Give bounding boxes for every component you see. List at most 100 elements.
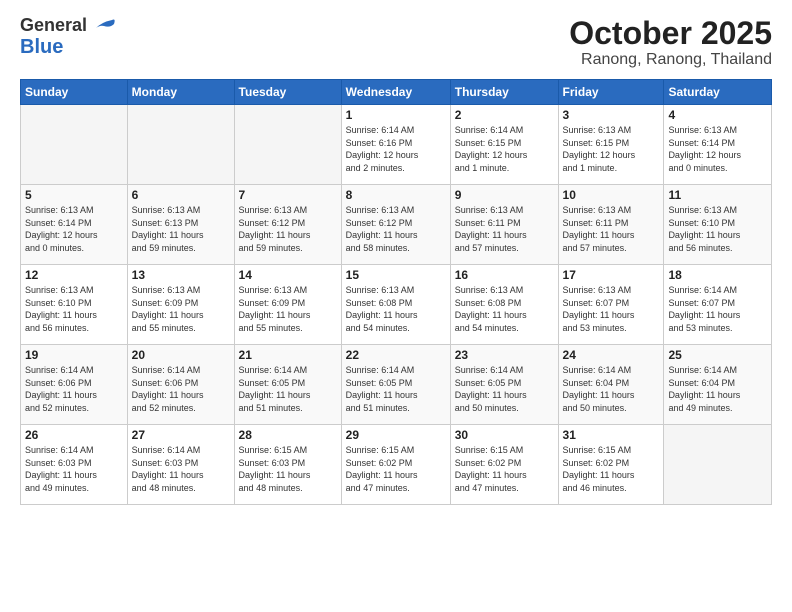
calendar-cell: 17 Sunrise: 6:13 AM Sunset: 6:07 PM Dayli… <box>558 265 664 345</box>
day-number: 16 <box>455 268 554 282</box>
day-info: Sunrise: 6:14 AM Sunset: 6:07 PM Dayligh… <box>668 284 767 334</box>
calendar-cell: 10Sunrise: 6:13 AM Sunset: 6:11 PM Dayli… <box>558 185 664 265</box>
calendar-cell: 31Sunrise: 6:15 AM Sunset: 6:02 PM Dayli… <box>558 425 664 505</box>
day-number: 15 <box>346 268 446 282</box>
calendar-dow-monday: Monday <box>127 80 234 105</box>
day-info: Sunrise: 6:13 AM Sunset: 6:08 PM Dayligh… <box>455 284 554 334</box>
day-info: Sunrise: 6:14 AM Sunset: 6:06 PM Dayligh… <box>132 364 230 414</box>
day-number: 1 <box>346 108 446 122</box>
day-info: Sunrise: 6:13 AM Sunset: 6:12 PM Dayligh… <box>239 204 337 254</box>
calendar-cell: 29Sunrise: 6:15 AM Sunset: 6:02 PM Dayli… <box>341 425 450 505</box>
calendar-cell: 6Sunrise: 6:13 AM Sunset: 6:13 PM Daylig… <box>127 185 234 265</box>
day-info: Sunrise: 6:13 AM Sunset: 6:09 PM Dayligh… <box>132 284 230 334</box>
day-info: Sunrise: 6:14 AM Sunset: 6:03 PM Dayligh… <box>25 444 123 494</box>
day-number: 17 <box>563 268 660 282</box>
day-number: 27 <box>132 428 230 442</box>
day-number: 12 <box>25 268 123 282</box>
calendar-week-5: 26 Sunrise: 6:14 AM Sunset: 6:03 PM Dayli… <box>21 425 772 505</box>
logo-bird-icon <box>94 18 116 34</box>
calendar-cell: 21 Sunrise: 6:14 AM Sunset: 6:05 PM Dayli… <box>234 345 341 425</box>
day-number: 6 <box>132 188 230 202</box>
calendar-cell: 1 Sunrise: 6:14 AM Sunset: 6:16 PM Daylig… <box>341 105 450 185</box>
day-number: 20 <box>132 348 230 362</box>
calendar-cell: 9 Sunrise: 6:13 AM Sunset: 6:11 PM Daylig… <box>450 185 558 265</box>
day-info: Sunrise: 6:14 AM Sunset: 6:05 PM Dayligh… <box>455 364 554 414</box>
day-info: Sunrise: 6:13 AM Sunset: 6:15 PM Dayligh… <box>563 124 660 174</box>
calendar-cell: 15 Sunrise: 6:13 AM Sunset: 6:08 PM Dayli… <box>341 265 450 345</box>
calendar-cell: 28 Sunrise: 6:15 AM Sunset: 6:03 PM Dayli… <box>234 425 341 505</box>
calendar-cell: 30 Sunrise: 6:15 AM Sunset: 6:02 PM Dayli… <box>450 425 558 505</box>
calendar-cell: 22 Sunrise: 6:14 AM Sunset: 6:05 PM Dayli… <box>341 345 450 425</box>
calendar-dow-tuesday: Tuesday <box>234 80 341 105</box>
day-info: Sunrise: 6:14 AM Sunset: 6:04 PM Dayligh… <box>668 364 767 414</box>
day-info: Sunrise: 6:13 AM Sunset: 6:07 PM Dayligh… <box>563 284 660 334</box>
day-number: 19 <box>25 348 123 362</box>
day-number: 25 <box>668 348 767 362</box>
day-info: Sunrise: 6:14 AM Sunset: 6:15 PM Dayligh… <box>455 124 554 174</box>
title-block: October 2025 Ranong, Ranong, Thailand <box>569 16 772 69</box>
day-info: Sunrise: 6:13 AM Sunset: 6:10 PM Dayligh… <box>668 204 767 254</box>
day-info: Sunrise: 6:14 AM Sunset: 6:05 PM Dayligh… <box>346 364 446 414</box>
day-info: Sunrise: 6:13 AM Sunset: 6:11 PM Dayligh… <box>563 204 660 254</box>
day-info: Sunrise: 6:13 AM Sunset: 6:11 PM Dayligh… <box>455 204 554 254</box>
logo-general: General <box>20 16 116 36</box>
logo-blue: Blue <box>20 36 116 58</box>
calendar-cell: 18 Sunrise: 6:14 AM Sunset: 6:07 PM Dayli… <box>664 265 772 345</box>
page: General Blue October 2025 Ranong, Ranong… <box>0 0 792 612</box>
day-info: Sunrise: 6:15 AM Sunset: 6:03 PM Dayligh… <box>239 444 337 494</box>
calendar-week-1: 1 Sunrise: 6:14 AM Sunset: 6:16 PM Daylig… <box>21 105 772 185</box>
day-number: 30 <box>455 428 554 442</box>
calendar-cell: 27Sunrise: 6:14 AM Sunset: 6:03 PM Dayli… <box>127 425 234 505</box>
day-number: 14 <box>239 268 337 282</box>
day-info: Sunrise: 6:13 AM Sunset: 6:14 PM Dayligh… <box>668 124 767 174</box>
calendar-cell: 13 Sunrise: 6:13 AM Sunset: 6:09 PM Dayli… <box>127 265 234 345</box>
day-number: 28 <box>239 428 337 442</box>
day-number: 23 <box>455 348 554 362</box>
calendar-cell: 4 Sunrise: 6:13 AM Sunset: 6:14 PM Daylig… <box>664 105 772 185</box>
calendar-dow-thursday: Thursday <box>450 80 558 105</box>
calendar-cell: 14 Sunrise: 6:13 AM Sunset: 6:09 PM Dayli… <box>234 265 341 345</box>
day-number: 26 <box>25 428 123 442</box>
day-number: 22 <box>346 348 446 362</box>
day-info: Sunrise: 6:13 AM Sunset: 6:08 PM Dayligh… <box>346 284 446 334</box>
header: General Blue October 2025 Ranong, Ranong… <box>20 16 772 69</box>
day-number: 18 <box>668 268 767 282</box>
day-number: 2 <box>455 108 554 122</box>
calendar-cell: 24Sunrise: 6:14 AM Sunset: 6:04 PM Dayli… <box>558 345 664 425</box>
calendar-cell <box>21 105 128 185</box>
day-info: Sunrise: 6:15 AM Sunset: 6:02 PM Dayligh… <box>346 444 446 494</box>
calendar-cell <box>234 105 341 185</box>
location: Ranong, Ranong, Thailand <box>569 51 772 69</box>
calendar-dow-wednesday: Wednesday <box>341 80 450 105</box>
day-number: 9 <box>455 188 554 202</box>
calendar-week-4: 19 Sunrise: 6:14 AM Sunset: 6:06 PM Dayli… <box>21 345 772 425</box>
calendar-dow-saturday: Saturday <box>664 80 772 105</box>
day-info: Sunrise: 6:14 AM Sunset: 6:05 PM Dayligh… <box>239 364 337 414</box>
day-number: 21 <box>239 348 337 362</box>
calendar-week-3: 12Sunrise: 6:13 AM Sunset: 6:10 PM Dayli… <box>21 265 772 345</box>
day-info: Sunrise: 6:14 AM Sunset: 6:16 PM Dayligh… <box>346 124 446 174</box>
day-number: 4 <box>668 108 767 122</box>
day-info: Sunrise: 6:15 AM Sunset: 6:02 PM Dayligh… <box>455 444 554 494</box>
day-number: 24 <box>563 348 660 362</box>
day-number: 31 <box>563 428 660 442</box>
calendar-cell: 19Sunrise: 6:14 AM Sunset: 6:06 PM Dayli… <box>21 345 128 425</box>
calendar-cell: 23 Sunrise: 6:14 AM Sunset: 6:05 PM Dayli… <box>450 345 558 425</box>
calendar-cell: 3 Sunrise: 6:13 AM Sunset: 6:15 PM Daylig… <box>558 105 664 185</box>
day-info: Sunrise: 6:13 AM Sunset: 6:09 PM Dayligh… <box>239 284 337 334</box>
calendar-dow-sunday: Sunday <box>21 80 128 105</box>
calendar: SundayMondayTuesdayWednesdayThursdayFrid… <box>20 79 772 505</box>
day-number: 8 <box>346 188 446 202</box>
day-number: 5 <box>25 188 123 202</box>
calendar-cell: 8Sunrise: 6:13 AM Sunset: 6:12 PM Daylig… <box>341 185 450 265</box>
day-info: Sunrise: 6:13 AM Sunset: 6:14 PM Dayligh… <box>25 204 123 254</box>
calendar-cell: 11Sunrise: 6:13 AM Sunset: 6:10 PM Dayli… <box>664 185 772 265</box>
calendar-cell: 26 Sunrise: 6:14 AM Sunset: 6:03 PM Dayli… <box>21 425 128 505</box>
calendar-cell: 20 Sunrise: 6:14 AM Sunset: 6:06 PM Dayli… <box>127 345 234 425</box>
day-number: 13 <box>132 268 230 282</box>
day-number: 3 <box>563 108 660 122</box>
calendar-cell: 12Sunrise: 6:13 AM Sunset: 6:10 PM Dayli… <box>21 265 128 345</box>
calendar-cell: 5 Sunrise: 6:13 AM Sunset: 6:14 PM Daylig… <box>21 185 128 265</box>
calendar-cell: 25 Sunrise: 6:14 AM Sunset: 6:04 PM Dayli… <box>664 345 772 425</box>
logo: General Blue <box>20 16 116 58</box>
